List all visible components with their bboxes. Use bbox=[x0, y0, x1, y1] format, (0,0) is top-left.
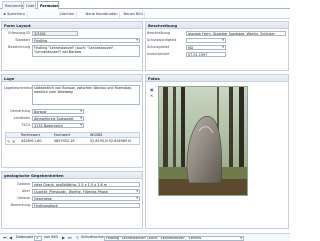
next-page-icon[interactable]: ▶ bbox=[62, 236, 65, 240]
gestein-field[interactable]: roter Granit, großblättrig, 2,5 x 1,5 x … bbox=[32, 182, 140, 187]
panel-title: geologische Gegebenheiten bbox=[2, 172, 142, 179]
quick-search-input[interactable]: Findling "Lenneskanzel" (auch: "Lenneska… bbox=[104, 235, 244, 241]
new-image-button[interactable]: Neues Bild bbox=[122, 11, 146, 18]
panel-title: Form Layout bbox=[2, 22, 142, 29]
bezeichnung-label: Bezeichnung bbox=[8, 45, 30, 49]
delete-button[interactable]: Löschen bbox=[58, 11, 77, 18]
fotos-panel: Fotos ▣ ✕ bbox=[145, 74, 289, 229]
col-header-hochwert: Hochwert bbox=[54, 132, 71, 137]
schutz-select[interactable] bbox=[186, 38, 226, 43]
col-header-rechtswert: Rechtswert bbox=[21, 132, 40, 137]
save-icon: ▪ bbox=[3, 12, 6, 17]
beschreibung-panel: Beschreibung Beschreibung glaziale Form,… bbox=[145, 21, 289, 71]
bemerkung-field[interactable]: Findlingsblock bbox=[32, 203, 140, 208]
tk25-select[interactable]: 3135 Bodenteich bbox=[32, 123, 84, 128]
tab-recherche[interactable]: Recherche bbox=[2, 1, 24, 9]
image-delete-icon[interactable]: ✕ bbox=[150, 94, 153, 98]
alter-select[interactable]: Quartär, Pleistozän, Warthe, Fläming-Pha… bbox=[32, 189, 140, 194]
standort-label: Standort bbox=[15, 38, 30, 42]
search-icon: ⚲ bbox=[76, 235, 79, 240]
alter-label: Alter bbox=[21, 189, 30, 193]
inventar-field[interactable]: 07.01.1997 bbox=[186, 52, 226, 57]
last-page-icon[interactable]: ⏭ bbox=[68, 236, 72, 240]
beschreibung-field[interactable]: glaziale Form, Glazialer Sandlage, Wehli… bbox=[186, 31, 286, 36]
col-header-wgs84: WGS84 bbox=[90, 132, 103, 137]
geologie-panel: geologische Gegebenheiten Gestein roter … bbox=[1, 171, 143, 229]
tab-label: Recherche bbox=[5, 3, 24, 8]
coordinates-table: Rechtswert Hochwert WGS84 ✎ ✕ 4428911.80… bbox=[5, 132, 140, 145]
tab-formular[interactable]: Formular bbox=[37, 1, 59, 9]
erfassung-label: Erfassung-ID bbox=[8, 31, 30, 35]
schutzgebiet-label: Schutzgebiet bbox=[147, 45, 170, 49]
bemerkung-label: Bemerkung bbox=[10, 203, 30, 207]
tab-label: Formular bbox=[40, 3, 59, 8]
save-label: Speichern bbox=[7, 12, 26, 17]
save-button[interactable]: ▪ Speichern bbox=[2, 11, 28, 18]
panel-title: Beschreibung bbox=[146, 22, 288, 29]
delete-label: Löschen bbox=[59, 12, 75, 17]
bezeichnung-field[interactable]: Findling "Lenneskanzel" (auch: "Lenneska… bbox=[32, 45, 140, 57]
image-add-icon[interactable]: ▣ bbox=[150, 88, 154, 92]
table-cell-wgs84: 52.8195,N 52.816969 N bbox=[90, 139, 131, 143]
tab-liste[interactable]: Liste bbox=[23, 1, 36, 9]
gemarkung-select[interactable]: Borsow bbox=[32, 109, 84, 114]
erfassung-field[interactable]: 3/3301 bbox=[32, 31, 78, 36]
prev-page-icon[interactable]: ◀ bbox=[9, 236, 12, 240]
toolbar: ▪ Speichern Löschen Neue Koordinaten Neu… bbox=[0, 10, 290, 19]
lagebeschreibung-label: Lagebeschreibung bbox=[4, 86, 36, 90]
new-coordinates-button[interactable]: Neue Koordinaten bbox=[84, 11, 121, 18]
table-cell-hochwert: 5857952.16 bbox=[54, 139, 75, 143]
page-count: von 663 bbox=[44, 235, 58, 239]
gestein-label: Gestein bbox=[17, 182, 30, 186]
quick-search-label: Schnellsuche: bbox=[81, 235, 105, 239]
delete-icon[interactable]: ✕ bbox=[12, 139, 15, 144]
page-input[interactable]: 1 bbox=[34, 235, 42, 241]
status-bar: ⏮ ◀ Datensatz 1 von 663 ▶ ⏭ ⚲ Schnellsuc… bbox=[0, 233, 290, 241]
schutz-label: Schutzwürdigkeit bbox=[147, 38, 177, 42]
schutzgebiet-select[interactable]: ND bbox=[186, 45, 226, 50]
tab-bar: Recherche Liste Formular bbox=[0, 1, 290, 9]
genese-select[interactable]: Geschiebe bbox=[32, 196, 140, 201]
gemarkung-label: Gemarkung bbox=[10, 109, 30, 113]
edit-icon[interactable]: ✎ bbox=[7, 139, 10, 144]
photo-image bbox=[159, 87, 247, 195]
lagebeschreibung-field[interactable]: südwestlich von Borsow, zwischen Wanlau … bbox=[32, 85, 140, 105]
table-cell-rechtswert: 4428911.80 bbox=[21, 139, 42, 143]
panel-title: Fotos bbox=[146, 75, 288, 82]
panel-title: Lage bbox=[2, 75, 142, 82]
genese-label: Genese bbox=[17, 196, 30, 200]
form-layout-panel: Form Layout Erfassung-ID 3/3301 Standort… bbox=[1, 21, 143, 71]
landkreis-select[interactable]: Altmarkkreis Salzwedel bbox=[32, 116, 84, 121]
boulder-photo bbox=[158, 86, 248, 196]
new-image-label: Neues Bild bbox=[123, 12, 143, 17]
inventar-label: Inventarisiert bbox=[147, 52, 170, 56]
new-coords-label: Neue Koordinaten bbox=[85, 12, 118, 17]
lage-panel: Lage Lagebeschreibung südwestlich von Bo… bbox=[1, 74, 143, 168]
beschreibung-label: Beschreibung bbox=[147, 31, 171, 35]
page-label: Datensatz bbox=[16, 235, 34, 239]
landkreis-label: Landkreis bbox=[13, 116, 30, 120]
tk25-label: TK25 bbox=[21, 123, 30, 127]
tab-label: Liste bbox=[26, 3, 35, 8]
standort-select[interactable]: Findling bbox=[32, 38, 140, 43]
first-page-icon[interactable]: ⏮ bbox=[3, 236, 7, 240]
